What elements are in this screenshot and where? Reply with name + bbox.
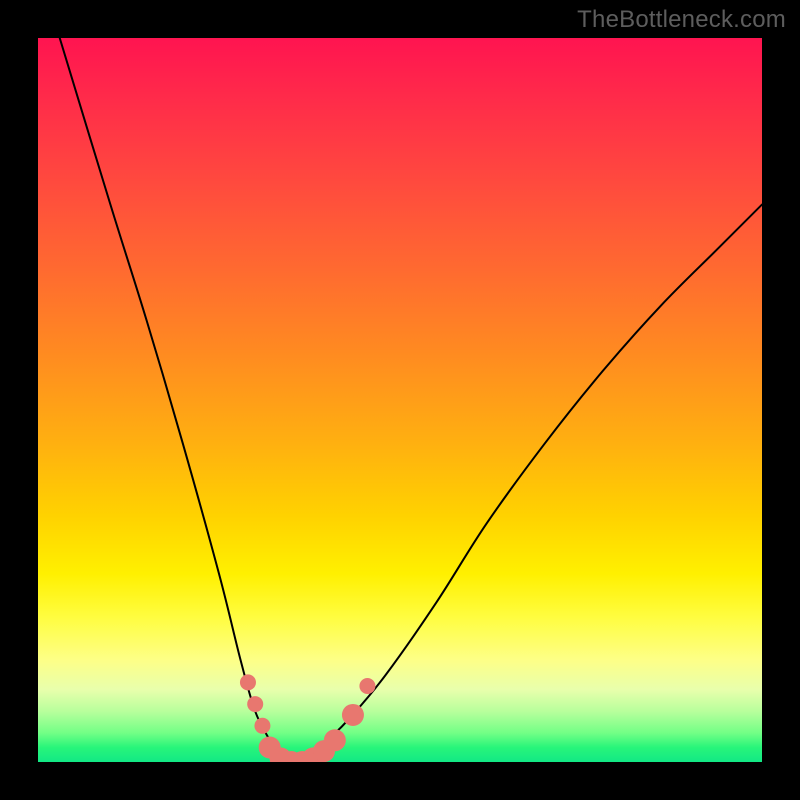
highlight-dot [324,729,346,751]
bottleneck-curve [60,38,762,762]
curve-layer [60,38,762,762]
chart-svg [38,38,762,762]
watermark-text: TheBottleneck.com [577,6,786,34]
plot-area [38,38,762,762]
highlight-dot [254,718,270,734]
highlight-dot [342,704,364,726]
marker-layer [240,674,375,762]
highlight-dot [247,696,263,712]
chart-frame: TheBottleneck.com [0,0,800,800]
highlight-dot [359,678,375,694]
highlight-dot [240,674,256,690]
